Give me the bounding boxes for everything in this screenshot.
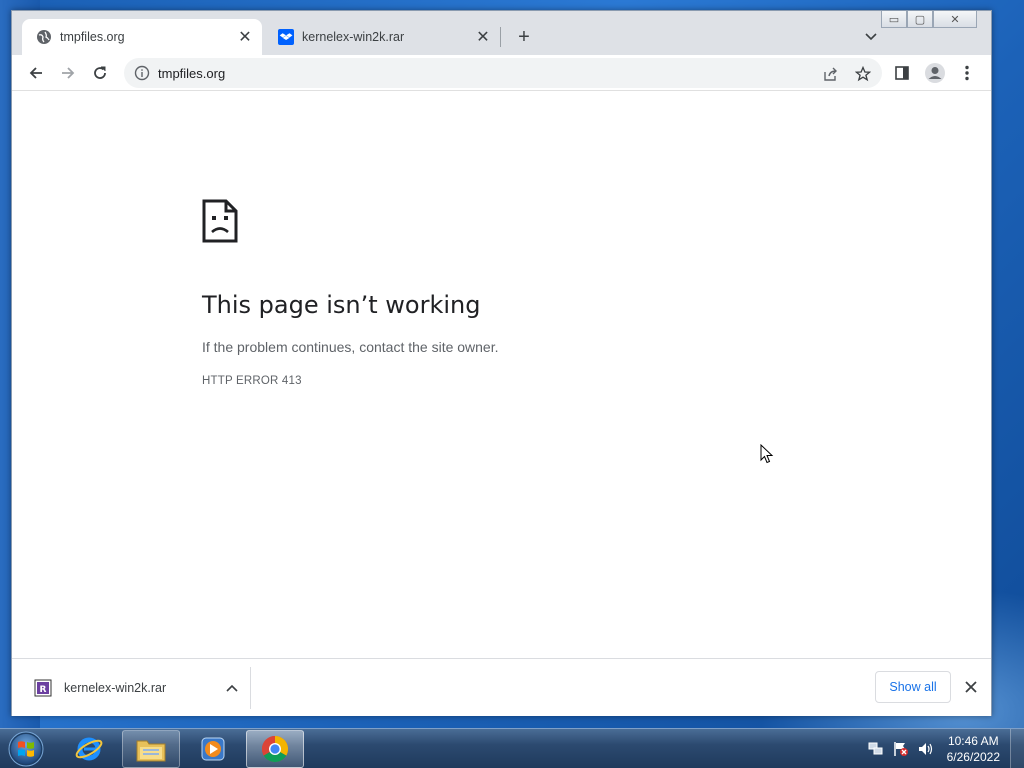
taskbar-internet-explorer[interactable] (60, 730, 118, 768)
dropbox-icon (278, 29, 294, 45)
back-button[interactable] (22, 59, 50, 87)
chevron-up-icon[interactable] (222, 678, 242, 698)
page-content: This page isn’t working If the problem c… (12, 91, 991, 658)
show-desktop-button[interactable] (1010, 729, 1024, 768)
tab-title: tmpfiles.org (60, 30, 125, 44)
clock-time: 10:46 AM (947, 734, 999, 748)
taskbar: 10:46 AM 6/26/2022 (0, 728, 1024, 768)
error-code: HTTP ERROR 413 (202, 375, 302, 387)
kebab-menu-icon (965, 65, 969, 81)
network-icon[interactable] (868, 741, 884, 757)
tab-kernelex[interactable]: kernelex-win2k.rar ✕ (264, 19, 500, 55)
windows-logo-icon (8, 731, 44, 767)
back-arrow-icon (29, 67, 42, 79)
action-center-flag-icon[interactable] (893, 741, 909, 757)
tab-strip: tmpfiles.org ✕ kernelex-win2k.rar ✕ + (12, 11, 991, 55)
mouse-cursor-icon (760, 444, 774, 464)
profile-button[interactable] (921, 59, 949, 87)
internet-explorer-icon (75, 737, 103, 761)
download-file-name: kernelex-win2k.rar (64, 681, 167, 695)
tab-tmpfiles[interactable]: tmpfiles.org ✕ (22, 19, 262, 55)
taskbar-chrome[interactable] (246, 730, 304, 768)
volume-icon[interactable] (918, 741, 934, 757)
url-text[interactable]: tmpfiles.org (158, 66, 882, 81)
reload-button[interactable] (86, 59, 114, 87)
side-panel-button[interactable] (888, 59, 916, 87)
error-description: If the problem continues, contact the si… (202, 339, 499, 355)
start-button[interactable] (6, 730, 46, 768)
rar-file-icon: R (34, 679, 52, 697)
menu-button[interactable] (953, 59, 981, 87)
side-panel-icon (895, 66, 909, 80)
tab-separator (500, 27, 501, 47)
tab-search-icon[interactable] (861, 27, 881, 47)
show-all-button[interactable]: Show all (875, 671, 951, 703)
media-player-icon (201, 737, 225, 761)
avatar-icon (925, 63, 945, 83)
chrome-icon (261, 735, 289, 763)
close-tab-icon[interactable]: ✕ (474, 28, 492, 46)
download-bar: R kernelex-win2k.rar Show all (12, 658, 991, 716)
site-info-icon[interactable] (134, 65, 150, 81)
taskbar-windows-explorer[interactable] (122, 730, 180, 768)
download-separator (250, 667, 251, 709)
clock[interactable]: 10:46 AM 6/26/2022 (947, 733, 1000, 765)
svg-text:R: R (40, 685, 47, 695)
clock-date: 6/26/2022 (946, 750, 1000, 764)
sad-page-icon (202, 199, 238, 243)
close-download-bar-icon[interactable] (961, 677, 981, 697)
taskbar-media-player[interactable] (184, 730, 242, 768)
toolbar: tmpfiles.org (12, 55, 991, 91)
chrome-window: ▭ ▢ ✕ tmpfiles.org ✕ kernelex-win2k.rar … (11, 10, 992, 716)
folder-icon (136, 740, 166, 762)
bookmark-star-icon[interactable] (854, 65, 872, 83)
forward-button[interactable] (54, 59, 82, 87)
new-tab-button[interactable]: + (512, 25, 536, 49)
reload-icon (94, 66, 106, 79)
close-tab-icon[interactable]: ✕ (236, 28, 254, 46)
address-bar[interactable]: tmpfiles.org (124, 58, 882, 88)
system-tray: 10:46 AM 6/26/2022 (868, 729, 1024, 768)
globe-icon (36, 29, 52, 45)
forward-arrow-icon (62, 67, 75, 79)
tab-title: kernelex-win2k.rar (302, 30, 405, 44)
share-icon[interactable] (822, 65, 840, 83)
download-item[interactable]: R kernelex-win2k.rar (12, 659, 250, 717)
error-title: This page isn’t working (202, 291, 481, 319)
